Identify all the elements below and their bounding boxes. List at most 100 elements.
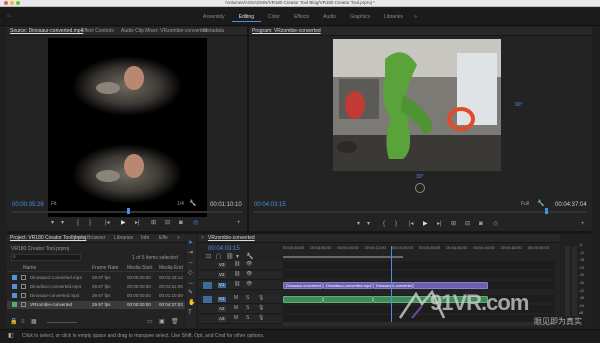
workspace-overflow-icon[interactable]: » [410, 13, 421, 22]
tabs-overflow-icon[interactable]: » [177, 236, 180, 241]
prog-play-icon[interactable]: ▶ [423, 221, 428, 227]
list-view-icon[interactable]: ≡ [21, 319, 25, 325]
project-row[interactable]: Dinodisco-converted.mp4 29.97 fps 00:00:00… [7, 283, 185, 291]
timeline-work-area[interactable] [283, 256, 403, 258]
hand-tool-icon[interactable]: ✋ [188, 300, 195, 306]
slip-tool-icon[interactable]: ↔ [188, 280, 194, 286]
prog-step-forward-icon[interactable]: ▸| [437, 221, 442, 227]
source-patch[interactable] [203, 262, 212, 269]
toggle-sync-lock-icon[interactable]: ⛓ [234, 262, 240, 267]
track-header-v2[interactable]: V2 ⛓ 👁 [198, 271, 282, 280]
camera-icon[interactable]: ◙ [179, 220, 183, 226]
go-out-icon[interactable]: } [89, 220, 91, 226]
track-label[interactable]: V1 [218, 282, 226, 288]
play-icon[interactable]: ▶ [121, 220, 126, 226]
vr-video-icon[interactable]: ◎ [193, 220, 198, 226]
type-tool-icon[interactable]: T [188, 310, 192, 316]
rotation-right-readout[interactable]: 90° [515, 103, 523, 108]
label-color-swatch[interactable] [12, 284, 17, 289]
track-lane-v2[interactable] [283, 271, 555, 280]
timeline-timecode[interactable]: 00:04:03:15 [208, 246, 240, 252]
orientation-dial[interactable] [415, 183, 425, 193]
go-in-icon[interactable]: { [77, 220, 79, 226]
home-icon[interactable]: ⌂ [7, 13, 11, 19]
track-header-a2[interactable]: A2 M S 🎙 [198, 305, 282, 314]
track-label[interactable]: V2 [218, 272, 226, 278]
prog-step-back-icon[interactable]: |◂ [409, 221, 414, 227]
wrench-icon[interactable]: 🔧 [189, 201, 196, 207]
col-media-end[interactable]: Media End [159, 266, 183, 271]
audio-clip[interactable] [323, 296, 373, 303]
prog-go-in-icon[interactable]: { [383, 221, 385, 227]
pen-tool-icon[interactable]: ✎ [188, 290, 193, 296]
source-patch[interactable] [203, 272, 212, 279]
video-clip[interactable]: Dinosaur-converted.mp4 [V] [283, 282, 323, 289]
linked-icon[interactable]: ⛓ [226, 254, 234, 260]
source-timecode[interactable]: 00:00:35:26 [12, 202, 44, 208]
workspace-tab-color[interactable]: Color [261, 13, 287, 22]
tab-libraries[interactable]: Libraries [114, 236, 133, 241]
prog-mark-in-icon[interactable]: ▾ [357, 221, 360, 227]
source-patch[interactable] [203, 316, 212, 323]
close-sequence-icon[interactable]: × [201, 236, 204, 241]
voiceover-mic-icon[interactable]: 🎙 [258, 306, 264, 311]
step-back-icon[interactable]: |◂ [105, 220, 110, 226]
track-select-icon[interactable]: ⇥ [188, 250, 193, 256]
project-row[interactable]: Dinosaur2-converted.mp4 29.97 fps 00:00:00… [7, 274, 185, 282]
prog-mark-out-icon[interactable]: ▾ [367, 221, 370, 227]
source-patch[interactable] [203, 282, 212, 289]
tab-effects[interactable]: Effe [159, 236, 168, 241]
video-clip[interactable]: Dinodisco-converted.mp4 [V] [323, 282, 373, 289]
tab-media-browser[interactable]: Media Browser [72, 236, 105, 241]
lock-icon[interactable]: 🔒 [10, 319, 17, 325]
ripple-edit-icon[interactable]: ⇔ [188, 260, 194, 266]
audio-clip[interactable] [283, 296, 323, 303]
program-fit-select[interactable]: Full [521, 202, 529, 207]
source-fit-select[interactable]: Fit [51, 202, 57, 207]
col-media-start[interactable]: Media Start [127, 266, 153, 271]
track-lane-v3[interactable] [283, 261, 555, 270]
lift-icon[interactable]: ⊞ [451, 221, 456, 227]
toggle-output-eye-icon[interactable]: 👁 [246, 282, 252, 287]
col-frame-rate[interactable]: Frame Rate [92, 266, 118, 271]
program-playhead[interactable] [545, 208, 548, 214]
step-forward-icon[interactable]: ▸| [135, 220, 140, 226]
voiceover-mic-icon[interactable]: 🎙 [258, 316, 264, 321]
toggle-output-eye-icon[interactable]: 👁 [246, 272, 252, 277]
program-scrubber[interactable] [254, 211, 587, 213]
label-color-swatch[interactable] [12, 293, 17, 298]
source-playhead[interactable] [127, 208, 130, 214]
selection-tool-icon[interactable]: ➤ [188, 240, 193, 246]
new-bin-icon[interactable]: ▭ [147, 319, 153, 325]
insert-icon[interactable]: ⊞ [151, 220, 156, 226]
track-header-a3[interactable]: A3 M S 🎙 [198, 315, 282, 324]
rotation-bottom-readout[interactable]: 30° [416, 175, 424, 180]
project-search-input[interactable]: ⌕ [11, 254, 81, 261]
prog-add-button-icon[interactable]: + [581, 221, 585, 227]
razor-tool-icon[interactable]: ◇ [188, 270, 193, 276]
tab-program[interactable]: Program: VRzombie-converted [252, 29, 321, 34]
solo-icon[interactable]: S [246, 296, 249, 301]
workspace-tab-editing[interactable]: Editing [231, 13, 261, 22]
tab-metadata[interactable]: Metadata [203, 29, 224, 34]
workspace-tab-effects[interactable]: Effects [287, 13, 316, 22]
label-color-swatch[interactable] [12, 275, 17, 280]
new-item-icon[interactable]: ▣ [159, 319, 165, 325]
timeline-ruler[interactable]: 00:03:48:00 00:03:56:00 00:04:04:00 00:04:1… [283, 246, 555, 256]
prog-vr-icon[interactable]: ◎ [493, 221, 498, 227]
tab-effect-controls[interactable]: Effect Controls [81, 29, 114, 34]
mute-icon[interactable]: M [234, 296, 238, 301]
zoom-slider[interactable] [47, 322, 77, 323]
prog-go-out-icon[interactable]: } [395, 221, 397, 227]
source-resolution-select[interactable]: 1/4 [177, 202, 184, 207]
workspace-tab-libraries[interactable]: Libraries [377, 13, 410, 22]
track-label[interactable]: V3 [218, 262, 226, 268]
program-wrench-icon[interactable]: 🔧 [537, 201, 544, 207]
voiceover-mic-icon[interactable]: 🎙 [258, 296, 264, 301]
mute-icon[interactable]: M [234, 306, 238, 311]
track-label[interactable]: A1 [218, 296, 226, 302]
program-timecode[interactable]: 00:04:03:15 [254, 202, 286, 208]
toggle-sync-lock-icon[interactable]: ⛓ [234, 272, 240, 277]
tab-sequence[interactable]: VRzombie-converted [208, 236, 255, 241]
label-color-swatch[interactable] [12, 302, 17, 307]
